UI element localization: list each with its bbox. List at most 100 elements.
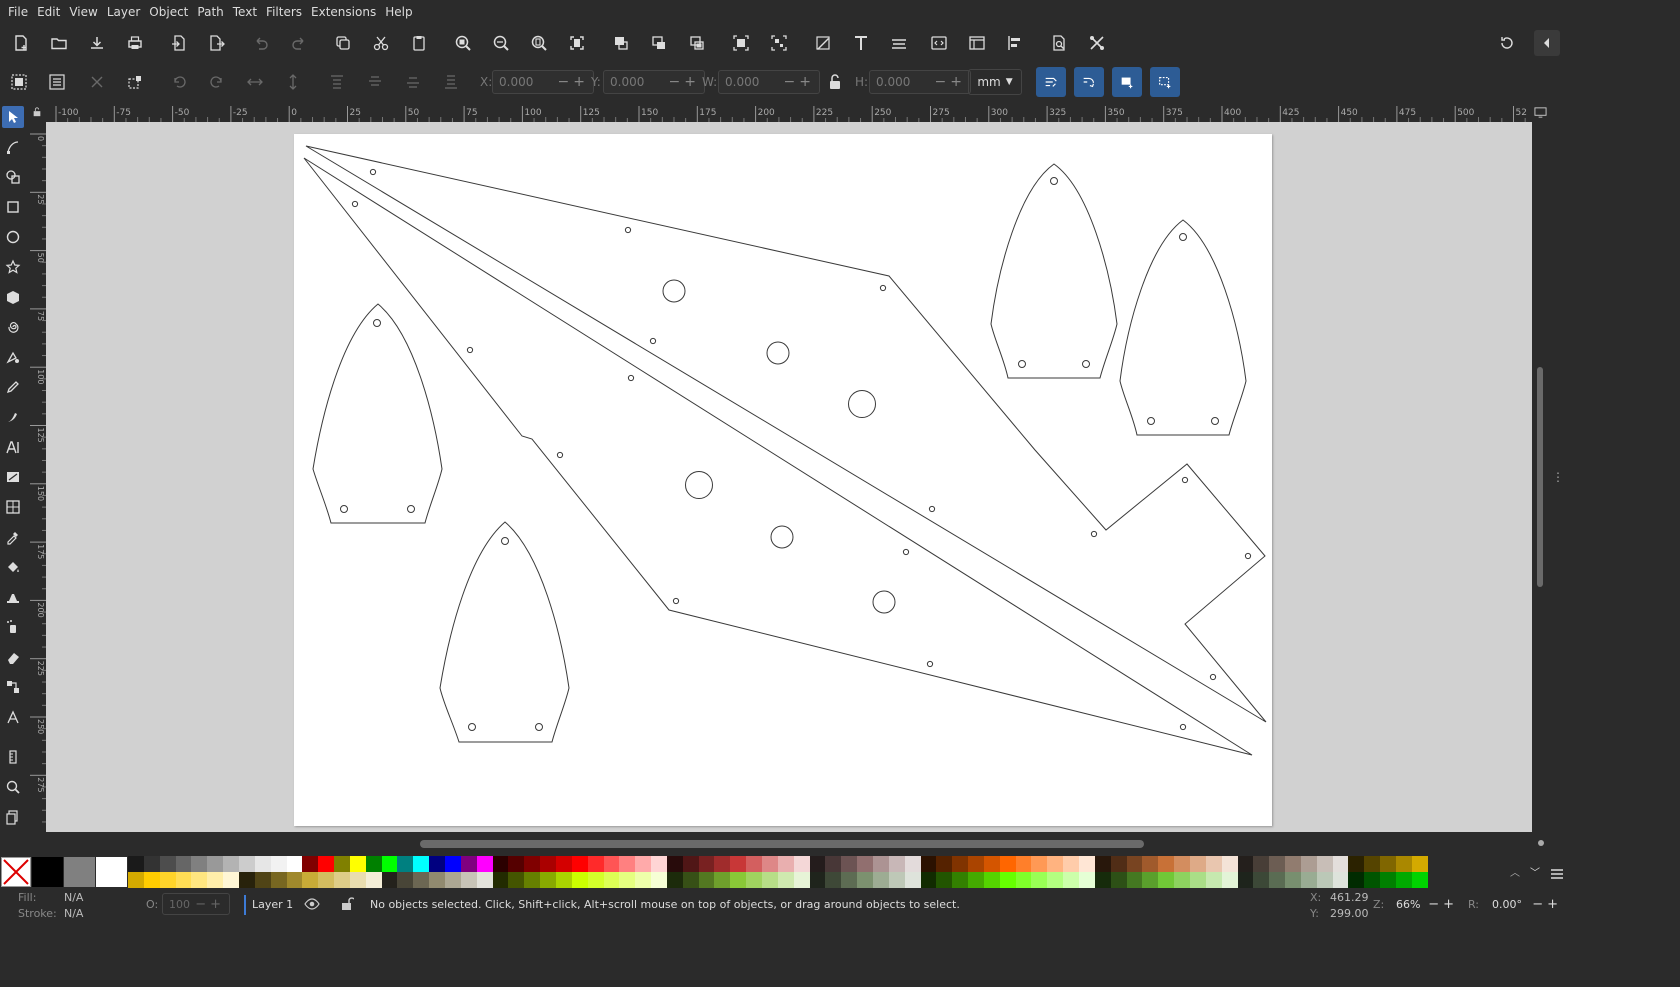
color-swatch[interactable]	[809, 856, 826, 872]
color-swatch[interactable]	[524, 872, 541, 888]
menu-filters[interactable]: Filters	[266, 5, 302, 19]
raise-icon[interactable]	[362, 69, 388, 95]
mesh-tool-icon[interactable]	[2, 496, 24, 518]
menu-edit[interactable]: Edit	[37, 5, 60, 19]
color-swatch[interactable]	[492, 872, 509, 888]
no-paint-swatch[interactable]	[1, 857, 31, 887]
color-swatch[interactable]	[682, 872, 700, 888]
menu-layer[interactable]: Layer	[107, 5, 140, 19]
color-swatch[interactable]	[1332, 872, 1349, 888]
color-swatch[interactable]	[730, 872, 747, 888]
color-swatch[interactable]	[349, 856, 367, 872]
color-swatch[interactable]	[223, 856, 240, 872]
group-icon[interactable]	[728, 30, 754, 56]
color-swatch[interactable]	[603, 872, 620, 888]
color-swatch[interactable]	[841, 856, 858, 872]
color-swatch[interactable]	[793, 856, 811, 872]
color-swatch[interactable]	[1015, 872, 1032, 888]
color-swatch[interactable]	[143, 872, 161, 888]
color-swatch[interactable]	[730, 856, 747, 872]
layers-icon[interactable]	[886, 30, 912, 56]
color-swatch[interactable]	[619, 872, 636, 888]
color-swatch[interactable]	[413, 872, 430, 888]
color-swatch[interactable]	[1364, 856, 1381, 872]
color-swatch[interactable]	[445, 856, 462, 872]
color-swatch[interactable]	[175, 872, 192, 888]
color-swatch[interactable]	[1031, 856, 1048, 872]
color-swatch[interactable]	[1300, 856, 1318, 872]
white-swatch[interactable]	[96, 857, 127, 887]
bezier-pen-icon[interactable]	[2, 346, 24, 368]
color-swatch[interactable]	[825, 856, 842, 872]
palette-scroll-up-icon[interactable]: ︿	[1510, 864, 1524, 879]
fill-stroke-icon[interactable]	[810, 30, 836, 56]
color-swatch[interactable]	[1047, 856, 1064, 872]
document-page[interactable]	[294, 134, 1272, 826]
display-mode-icon[interactable]	[1534, 104, 1550, 120]
current-layer[interactable]: Layer 1	[252, 898, 293, 911]
color-swatch[interactable]	[1142, 856, 1159, 872]
color-swatch[interactable]	[254, 856, 272, 872]
color-swatch[interactable]	[746, 872, 763, 888]
color-swatch[interactable]	[762, 856, 779, 872]
pencil-tool-icon[interactable]	[2, 376, 24, 398]
color-swatch[interactable]	[1285, 872, 1302, 888]
black-swatch[interactable]	[32, 857, 63, 887]
menu-file[interactable]: File	[8, 5, 28, 19]
color-swatch[interactable]	[698, 856, 715, 872]
opacity-stepper[interactable]: −+	[195, 897, 225, 912]
color-swatch[interactable]	[777, 872, 795, 888]
ellipse-tool-icon[interactable]	[2, 226, 24, 248]
color-swatch[interactable]	[540, 872, 557, 888]
height-input[interactable]: 0.000 −+	[869, 70, 971, 94]
rotation-stepper[interactable]: −+	[1532, 897, 1562, 912]
panel-handle-icon[interactable]: ⋮	[1552, 470, 1564, 486]
color-swatch[interactable]	[1253, 872, 1270, 888]
transform-patterns-button[interactable]	[1150, 67, 1180, 97]
rectangle-tool-icon[interactable]	[2, 196, 24, 218]
color-swatch[interactable]	[1063, 872, 1080, 888]
text-tool-icon[interactable]	[2, 436, 24, 458]
color-swatch[interactable]	[555, 856, 573, 872]
color-swatch[interactable]	[1079, 856, 1096, 872]
color-swatch[interactable]	[476, 856, 494, 872]
ungroup-icon[interactable]	[766, 30, 792, 56]
star-tool-icon[interactable]	[2, 256, 24, 278]
gradient-tool-icon[interactable]	[2, 466, 24, 488]
color-swatch[interactable]	[666, 856, 684, 872]
menu-path[interactable]: Path	[197, 5, 223, 19]
color-swatch[interactable]	[159, 872, 177, 888]
drawing-canvas[interactable]	[46, 122, 1532, 832]
color-swatch[interactable]	[128, 856, 145, 872]
color-swatch[interactable]	[651, 856, 668, 872]
color-swatch[interactable]	[1221, 872, 1238, 888]
transform-corners-button[interactable]	[1074, 67, 1104, 97]
color-swatch[interactable]	[1396, 872, 1413, 888]
color-swatch[interactable]	[270, 856, 287, 872]
text-font-icon[interactable]	[848, 30, 874, 56]
lower-icon[interactable]	[400, 69, 426, 95]
color-swatch[interactable]	[841, 872, 858, 888]
menu-help[interactable]: Help	[385, 5, 412, 19]
x-stepper[interactable]: −+	[558, 74, 589, 90]
color-swatch[interactable]	[302, 856, 319, 872]
color-swatch[interactable]	[952, 856, 969, 872]
color-swatch[interactable]	[1110, 872, 1128, 888]
color-swatch[interactable]	[872, 872, 890, 888]
color-swatch[interactable]	[1316, 856, 1334, 872]
color-swatch[interactable]	[1158, 872, 1175, 888]
color-swatch[interactable]	[983, 872, 1001, 888]
color-swatch[interactable]	[1094, 856, 1112, 872]
color-swatch[interactable]	[429, 856, 446, 872]
y-input[interactable]: 0.000 −+	[603, 70, 705, 94]
color-swatch[interactable]	[334, 856, 351, 872]
color-swatch[interactable]	[872, 856, 890, 872]
import-icon[interactable]	[166, 30, 192, 56]
paste-icon[interactable]	[406, 30, 432, 56]
select-all-layers-icon[interactable]	[44, 69, 70, 95]
vertical-ruler[interactable]: 0 25 50 75 100 125 150 175 200 225 250 275	[28, 122, 47, 832]
color-swatch[interactable]	[1269, 856, 1286, 872]
color-swatch[interactable]	[1094, 872, 1112, 888]
color-swatch[interactable]	[619, 856, 636, 872]
deselect-icon[interactable]	[84, 69, 110, 95]
